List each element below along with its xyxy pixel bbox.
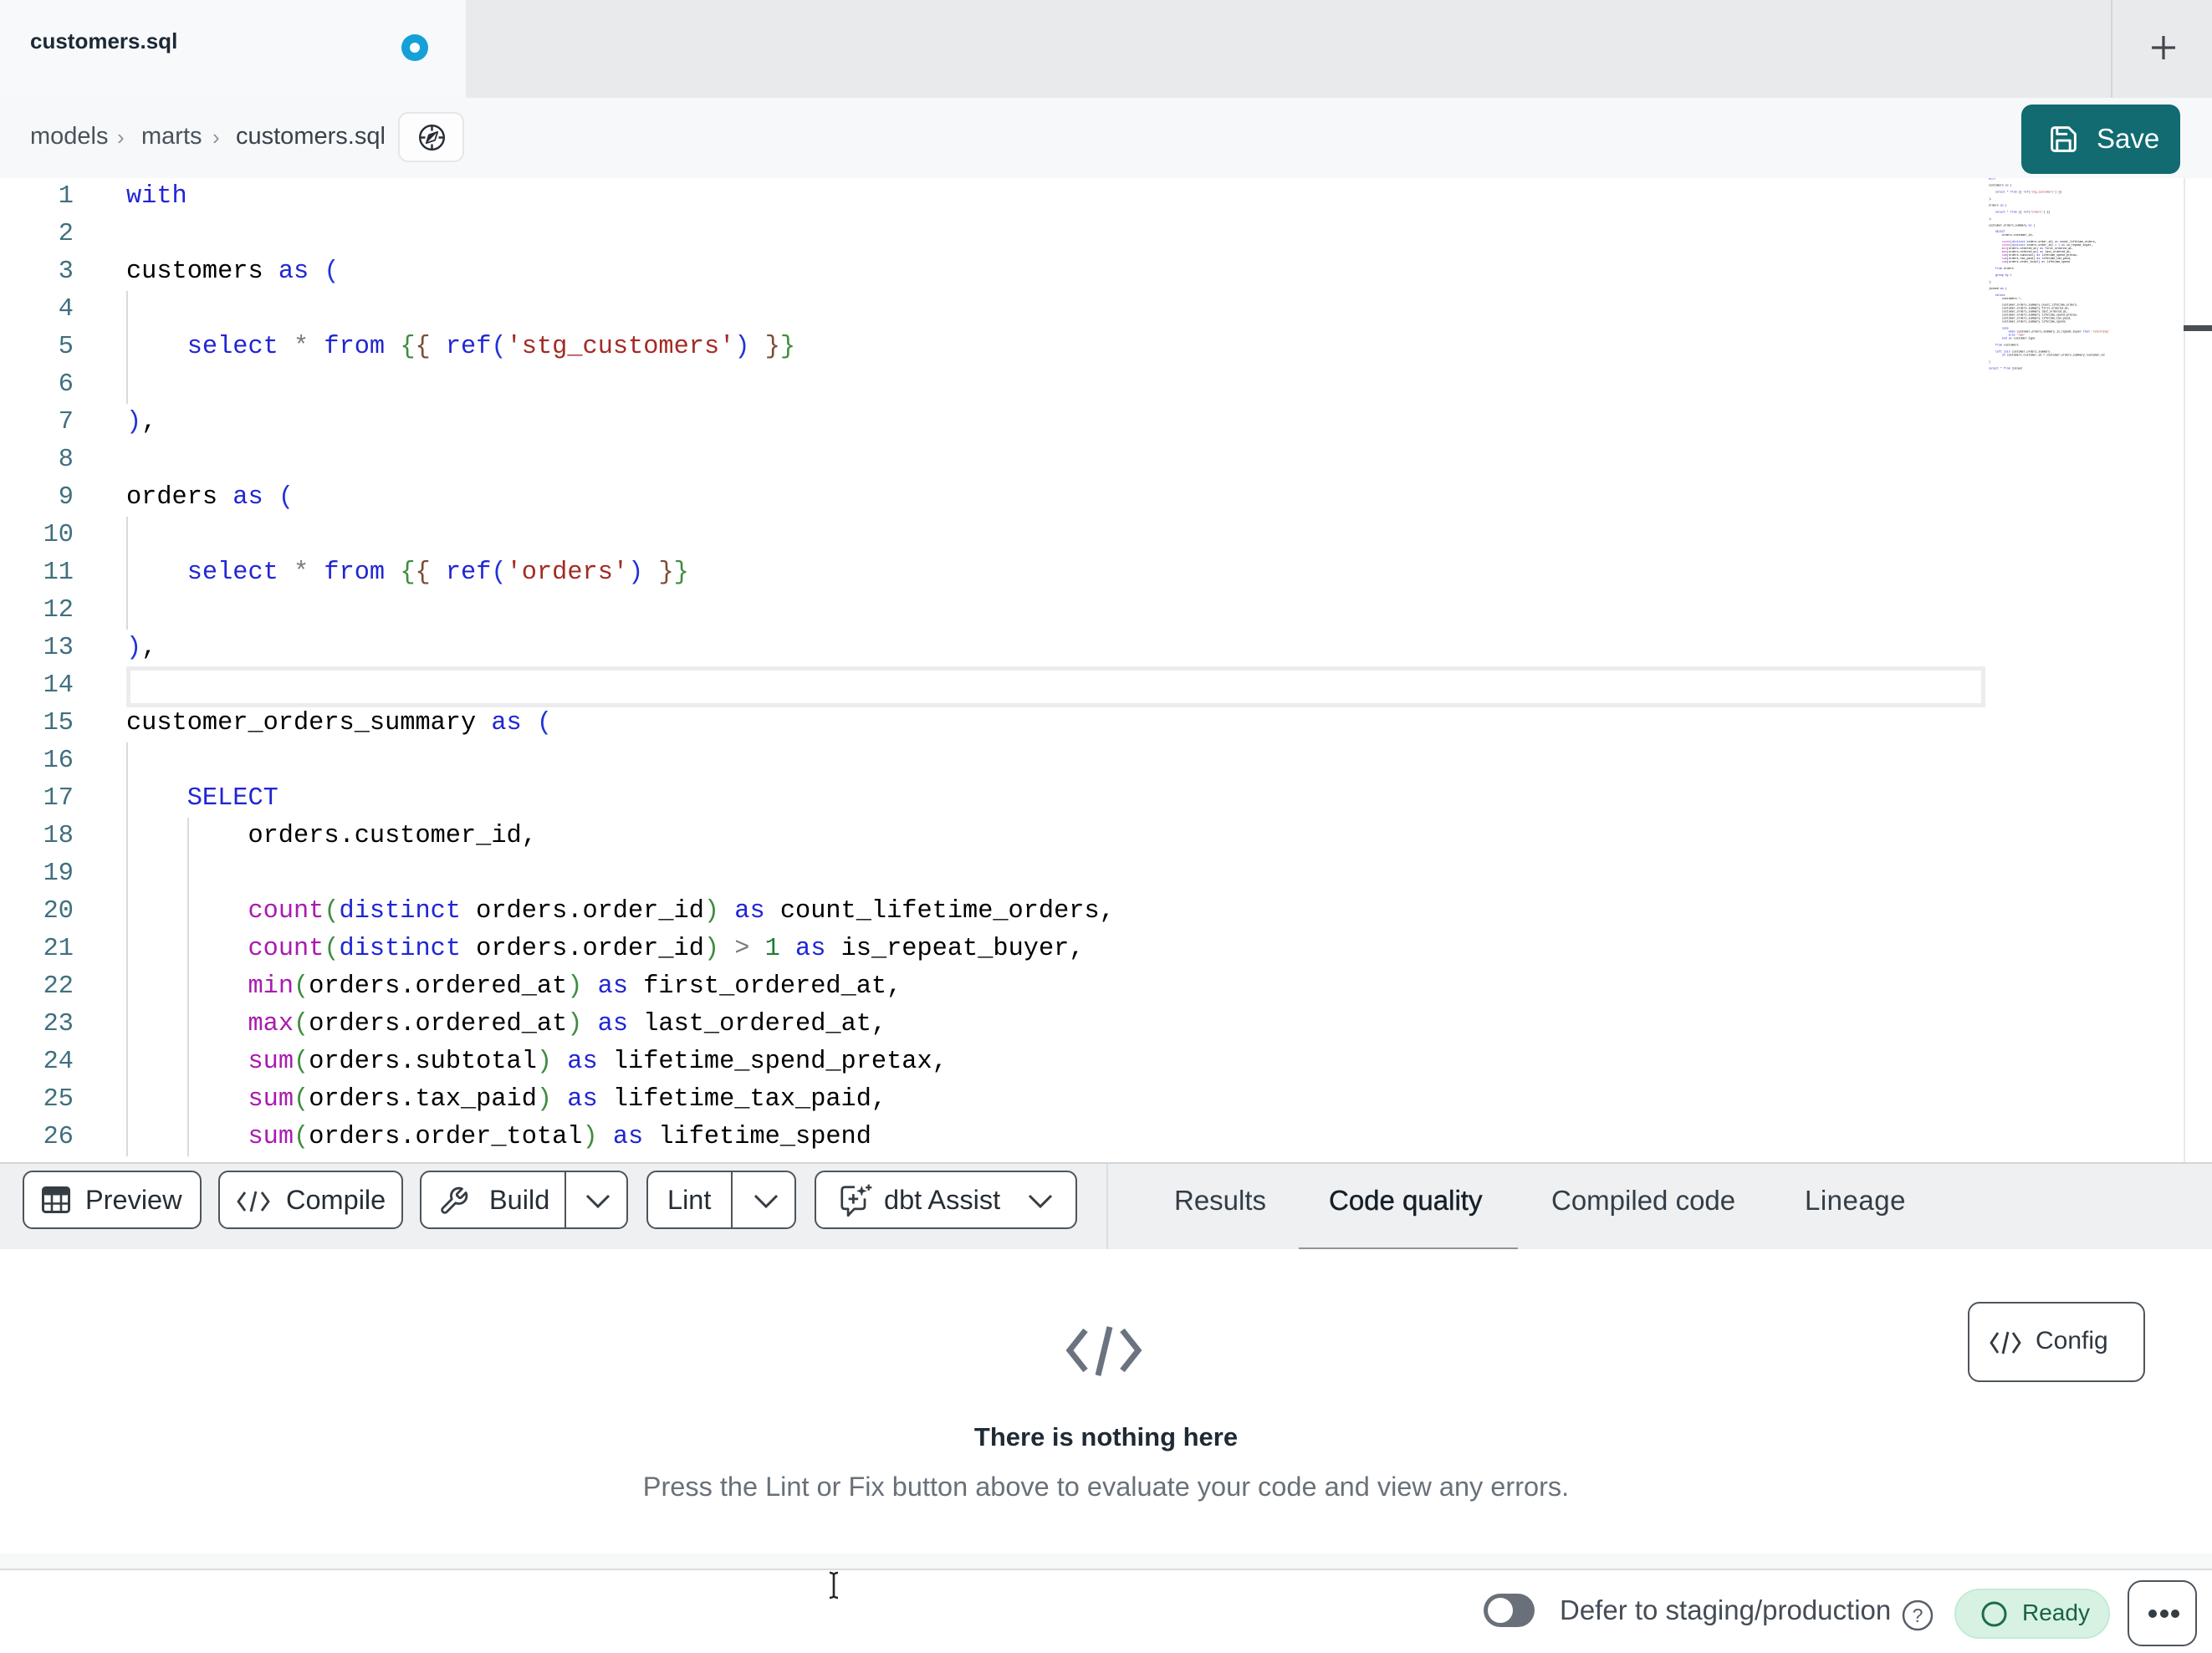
svg-text:?: ? bbox=[1913, 1605, 1923, 1626]
